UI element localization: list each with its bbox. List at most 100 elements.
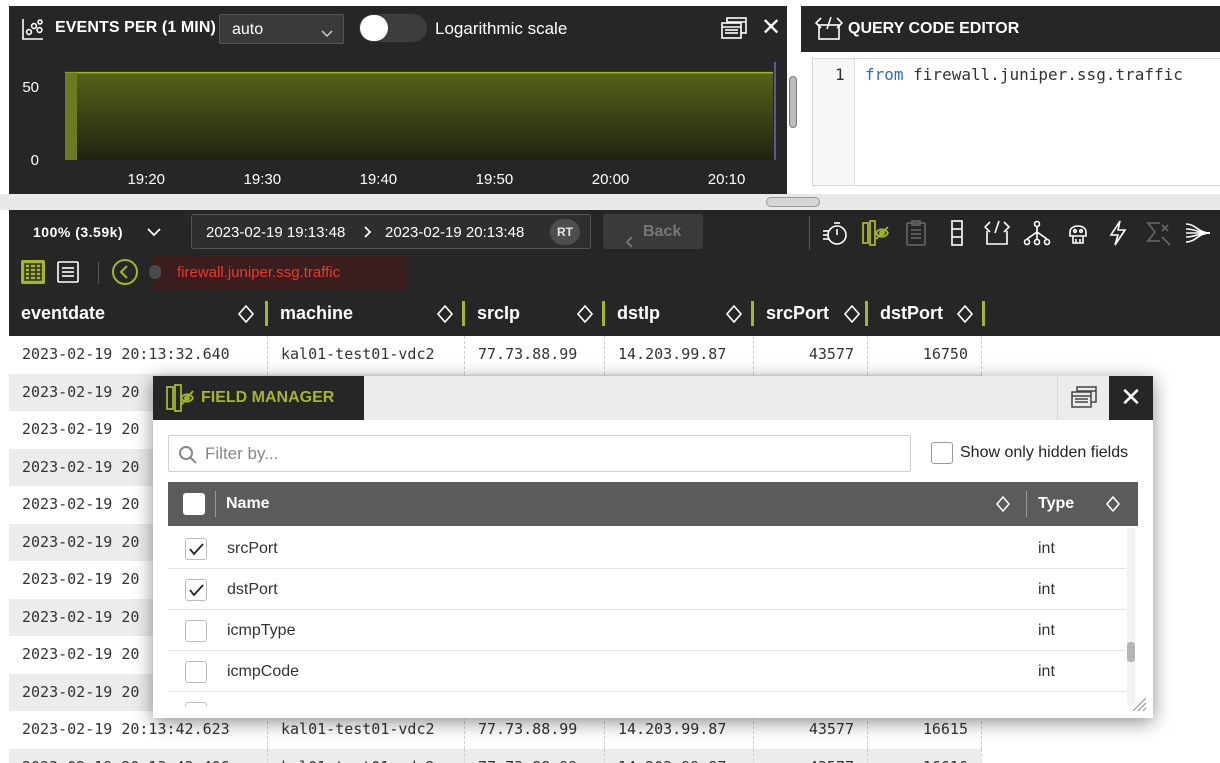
- table-cell-dstip[interactable]: 14.203.99.87: [605, 748, 754, 763]
- sort-icon[interactable]: [436, 304, 454, 328]
- close-dialog-icon[interactable]: ✕: [1109, 376, 1153, 420]
- flow-icon[interactable]: [1184, 219, 1212, 247]
- type-column-label[interactable]: Type: [1038, 495, 1074, 513]
- field-checkbox-checked[interactable]: [185, 538, 207, 560]
- y-tick-label: 50: [22, 79, 39, 96]
- window-restore-icon[interactable]: [721, 17, 747, 44]
- y-tick-label: 0: [31, 152, 39, 169]
- field-checkbox[interactable]: [185, 620, 207, 642]
- date-range-picker[interactable]: 2023-02-19 19:13:48 2023-02-19 20:13:48 …: [191, 214, 591, 249]
- sort-icon[interactable]: [1106, 495, 1120, 517]
- sort-icon[interactable]: [725, 304, 743, 328]
- scrollbar-thumb[interactable]: [1127, 642, 1135, 662]
- sort-icon[interactable]: [843, 304, 861, 328]
- chevron-down-icon[interactable]: [147, 224, 161, 242]
- code-line[interactable]: from firewall.juniper.ssg.traffic: [865, 65, 1183, 84]
- code-editor[interactable]: 1 from firewall.juniper.ssg.traffic: [812, 58, 1220, 186]
- table-cell-srcport[interactable]: 43577: [754, 748, 868, 763]
- field-checkbox[interactable]: [185, 661, 207, 683]
- result-tabs-bar: firewall.juniper.ssg.traffic: [9, 256, 1220, 290]
- field-name: icmpCode: [227, 663, 300, 680]
- query-tab-label: firewall.juniper.ssg.traffic: [177, 264, 341, 281]
- events-chart-panel: EVENTS PER (1 MIN) auto Logarithmic scal…: [9, 6, 797, 194]
- splitter-grip[interactable]: [766, 197, 820, 207]
- grid-view-icon[interactable]: [21, 260, 45, 284]
- column-header-machine[interactable]: machine: [268, 290, 465, 336]
- sample-percent[interactable]: 100% (3.59k): [33, 224, 123, 240]
- log-scale-label: Logarithmic scale: [435, 19, 568, 38]
- close-chart-icon[interactable]: ✕: [761, 16, 781, 40]
- x-tick-label: 19:50: [476, 171, 514, 188]
- field-row[interactable]: icmpType int: [168, 610, 1126, 651]
- lightning-icon[interactable]: [1104, 219, 1132, 247]
- date-from: 2023-02-19 19:13:48: [206, 224, 346, 241]
- hidden-fields-checkbox[interactable]: [931, 442, 953, 464]
- code-source: firewall.juniper.ssg.traffic: [903, 65, 1183, 84]
- table-cell-dstport[interactable]: 16750: [868, 336, 982, 374]
- column-header-dstip[interactable]: dstIp: [605, 290, 754, 336]
- tree-icon[interactable]: [1023, 219, 1051, 247]
- column-icon[interactable]: [943, 219, 971, 247]
- clipboard-icon[interactable]: [902, 219, 930, 247]
- chart-icon: [21, 17, 45, 46]
- date-to: 2023-02-19 20:13:48: [385, 224, 525, 241]
- panel-splitter[interactable]: [0, 194, 1220, 210]
- realtime-button[interactable]: RT: [550, 219, 580, 245]
- tabs-back-icon[interactable]: [112, 259, 138, 285]
- field-filter[interactable]: [168, 435, 911, 472]
- back-button[interactable]: Back: [603, 214, 703, 249]
- code-editor-icon[interactable]: [983, 219, 1011, 247]
- sort-icon[interactable]: [576, 304, 594, 328]
- chart-area: [65, 72, 773, 160]
- table-cell-dstip[interactable]: 14.203.99.87: [605, 336, 754, 374]
- query-result-tab[interactable]: firewall.juniper.ssg.traffic: [149, 256, 407, 290]
- field-row[interactable]: icmpCode int: [168, 651, 1126, 692]
- sort-icon[interactable]: [996, 495, 1010, 517]
- name-column-label[interactable]: Name: [226, 495, 270, 513]
- log-scale-toggle[interactable]: [359, 14, 427, 42]
- selection-start-bar[interactable]: [65, 72, 77, 160]
- table-cell-eventdate[interactable]: 2023-02-19 20:13:32.640: [9, 336, 268, 374]
- filter-input[interactable]: [205, 442, 895, 466]
- select-all-checkbox[interactable]: [183, 493, 205, 515]
- table-cell-dstport[interactable]: 16616: [868, 748, 982, 763]
- sigma-formula-icon[interactable]: [1144, 219, 1172, 247]
- table-row[interactable]: 2023-02-19 20:13:43.406kal01-test01-vdc2…: [9, 748, 982, 763]
- field-manager-header: FIELD MANAGER ✕: [153, 376, 1153, 420]
- field-row[interactable]: [168, 692, 1126, 706]
- field-manager-icon: [165, 383, 195, 418]
- column-header-srcport[interactable]: srcPort: [754, 290, 868, 336]
- field-row[interactable]: dstPort int: [168, 569, 1126, 610]
- table-cell-srcport[interactable]: 43577: [754, 336, 868, 374]
- table-cell-machine[interactable]: kal01-test01-vdc2: [268, 336, 465, 374]
- tab-status-dot: [149, 265, 161, 279]
- column-header-dstport[interactable]: dstPort: [868, 290, 985, 336]
- field-manager-icon[interactable]: [861, 219, 890, 247]
- field-row[interactable]: srcPort int: [168, 528, 1126, 569]
- table-cell-eventdate[interactable]: 2023-02-19 20:13:43.406: [9, 748, 268, 763]
- column-header-eventdate[interactable]: eventdate: [9, 290, 268, 336]
- field-checkbox[interactable]: [185, 702, 207, 706]
- table-cell-machine[interactable]: kal01-test01-vdc2: [268, 748, 465, 763]
- field-manager-tab: FIELD MANAGER: [153, 376, 364, 420]
- results-grid-header: eventdate machine srcIp dstIp srcPort ds…: [9, 290, 1220, 336]
- field-checkbox-checked[interactable]: [185, 579, 207, 601]
- fields-scrollbar[interactable]: [1127, 528, 1135, 706]
- sort-icon[interactable]: [956, 304, 974, 328]
- column-separator[interactable]: [982, 301, 985, 326]
- resize-handle-icon[interactable]: [1129, 694, 1147, 717]
- stopwatch-icon[interactable]: [821, 219, 849, 247]
- table-cell-srcip[interactable]: 77.73.88.99: [465, 336, 605, 374]
- ai-brain-icon[interactable]: [1064, 219, 1092, 247]
- hidden-fields-label[interactable]: Show only hidden fields: [960, 444, 1128, 462]
- interval-select[interactable]: auto: [219, 14, 344, 44]
- table-cell-srcip[interactable]: 77.73.88.99: [465, 748, 605, 763]
- list-view-icon[interactable]: [56, 260, 80, 284]
- table-row[interactable]: 2023-02-19 20:13:32.640 kal01-test01-vdc2…: [9, 336, 982, 374]
- chart-scrollbar[interactable]: [789, 76, 797, 128]
- sort-icon[interactable]: [237, 304, 255, 328]
- chevron-right-icon: [364, 225, 372, 242]
- column-header-srcip[interactable]: srcIp: [465, 290, 605, 336]
- back-label: Back: [643, 223, 682, 240]
- window-restore-icon[interactable]: [1057, 376, 1109, 420]
